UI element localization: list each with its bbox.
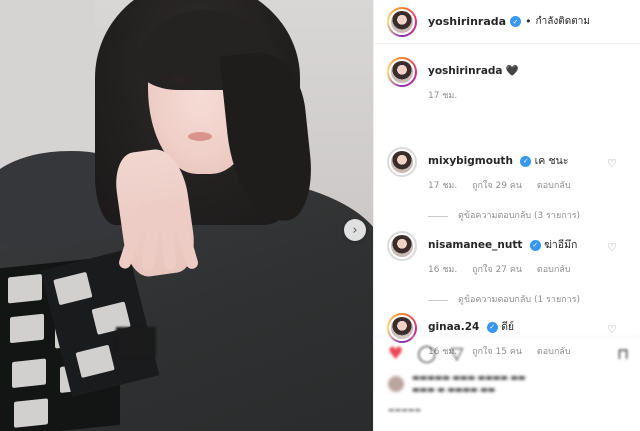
heart-icon[interactable]: ♡ (607, 323, 617, 336)
verified-icon: ✓ (486, 321, 498, 333)
post-timestamp-blurred: ▬▬▬▬▬ (388, 406, 422, 414)
comment-text: ดีย์ (501, 321, 515, 333)
comment-time[interactable]: 17 ชม. (428, 181, 457, 191)
caption-username[interactable]: yoshirinrada (428, 65, 503, 77)
next-image-button[interactable]: › (344, 219, 366, 241)
verified-icon: ✓ (510, 16, 522, 27)
photo-lips (188, 132, 212, 141)
chevron-right-icon: › (352, 222, 358, 238)
heart-icon[interactable]: ♡ (607, 157, 617, 170)
photo-eye-left (170, 76, 188, 83)
heart-icon[interactable]: ♡ (607, 241, 617, 254)
comment-list: yoshirinrada 🖤 17 ชม. mixybigmouth ✓ เค … (374, 44, 640, 367)
view-replies-button[interactable]: ดูข้อความตอบกลับ (1 รายการ) (428, 293, 627, 307)
comment-likes[interactable]: ถูกใจ 29 คน (472, 181, 522, 191)
header-username[interactable]: yoshirinrada (428, 15, 506, 28)
reply-button[interactable]: ตอบกลับ (537, 181, 571, 191)
liked-by-summary[interactable]: ▬▬▬▬▬ ▬▬▬ ▬▬▬▬ ▬▬ ▬▬▬ ▬ ▬▬▬▬ ▬▬ (388, 372, 525, 396)
view-replies-button[interactable]: ดูข้อความตอบกลับ (3 รายการ) (428, 209, 627, 223)
comment-username[interactable]: nisamanee_nutt (428, 239, 522, 251)
post-photo[interactable]: › (0, 0, 373, 431)
comment-item: mixybigmouth ✓ เค ชนะ 17 ชม. ถูกใจ 29 คน… (387, 147, 627, 231)
following-button[interactable]: กำลังติดตาม (536, 14, 590, 29)
comment-time[interactable]: 16 ชม. (428, 265, 457, 275)
comment-text: เค ชนะ (534, 155, 569, 167)
caption-text: 🖤 (505, 65, 519, 77)
comment-text: ฆ่าอีมึก (544, 239, 578, 251)
comment-likes[interactable]: ถูกใจ 27 คน (472, 265, 522, 275)
caption: yoshirinrada 🖤 17 ชม. (387, 57, 627, 138)
comment-icon[interactable]: ◯ (417, 344, 436, 364)
photo-blurred-area (116, 327, 156, 357)
liked-by-avatar (388, 376, 404, 392)
verified-icon: ✓ (529, 239, 541, 251)
view-replies-label: ดูข้อความตอบกลับ (1 รายการ) (458, 295, 581, 305)
comment-username[interactable]: ginaa.24 (428, 321, 479, 333)
avatar[interactable] (387, 147, 417, 177)
share-icon[interactable]: ▽ (450, 344, 463, 364)
avatar[interactable] (387, 6, 417, 37)
photo-background (0, 0, 95, 170)
reply-button[interactable]: ตอบกลับ (537, 265, 571, 275)
avatar[interactable] (387, 231, 417, 261)
post-header: yoshirinrada ✓ • กำลังติดตาม (374, 0, 640, 44)
bookmark-icon[interactable]: ⊓ (617, 345, 629, 363)
verified-icon: ✓ (520, 155, 532, 167)
post-sidebar: yoshirinrada ✓ • กำลังติดตาม yoshirinrad… (373, 0, 640, 431)
like-icon[interactable]: ♥ (388, 344, 403, 364)
action-bar: ♥ ◯ ▽ ⊓ (374, 336, 640, 370)
comment-item: nisamanee_nutt ✓ ฆ่าอีมึก 16 ชม. ถูกใจ 2… (387, 231, 627, 313)
avatar[interactable] (387, 57, 417, 87)
comment-username[interactable]: mixybigmouth (428, 155, 513, 167)
liked-by-text-blurred: ▬▬▬▬▬ ▬▬▬ ▬▬▬▬ ▬▬ ▬▬▬ ▬ ▬▬▬▬ ▬▬ (412, 373, 526, 394)
header-separator: • (525, 15, 532, 28)
view-replies-label: ดูข้อความตอบกลับ (3 รายการ) (458, 211, 581, 221)
caption-time[interactable]: 17 ชม. (428, 91, 457, 101)
